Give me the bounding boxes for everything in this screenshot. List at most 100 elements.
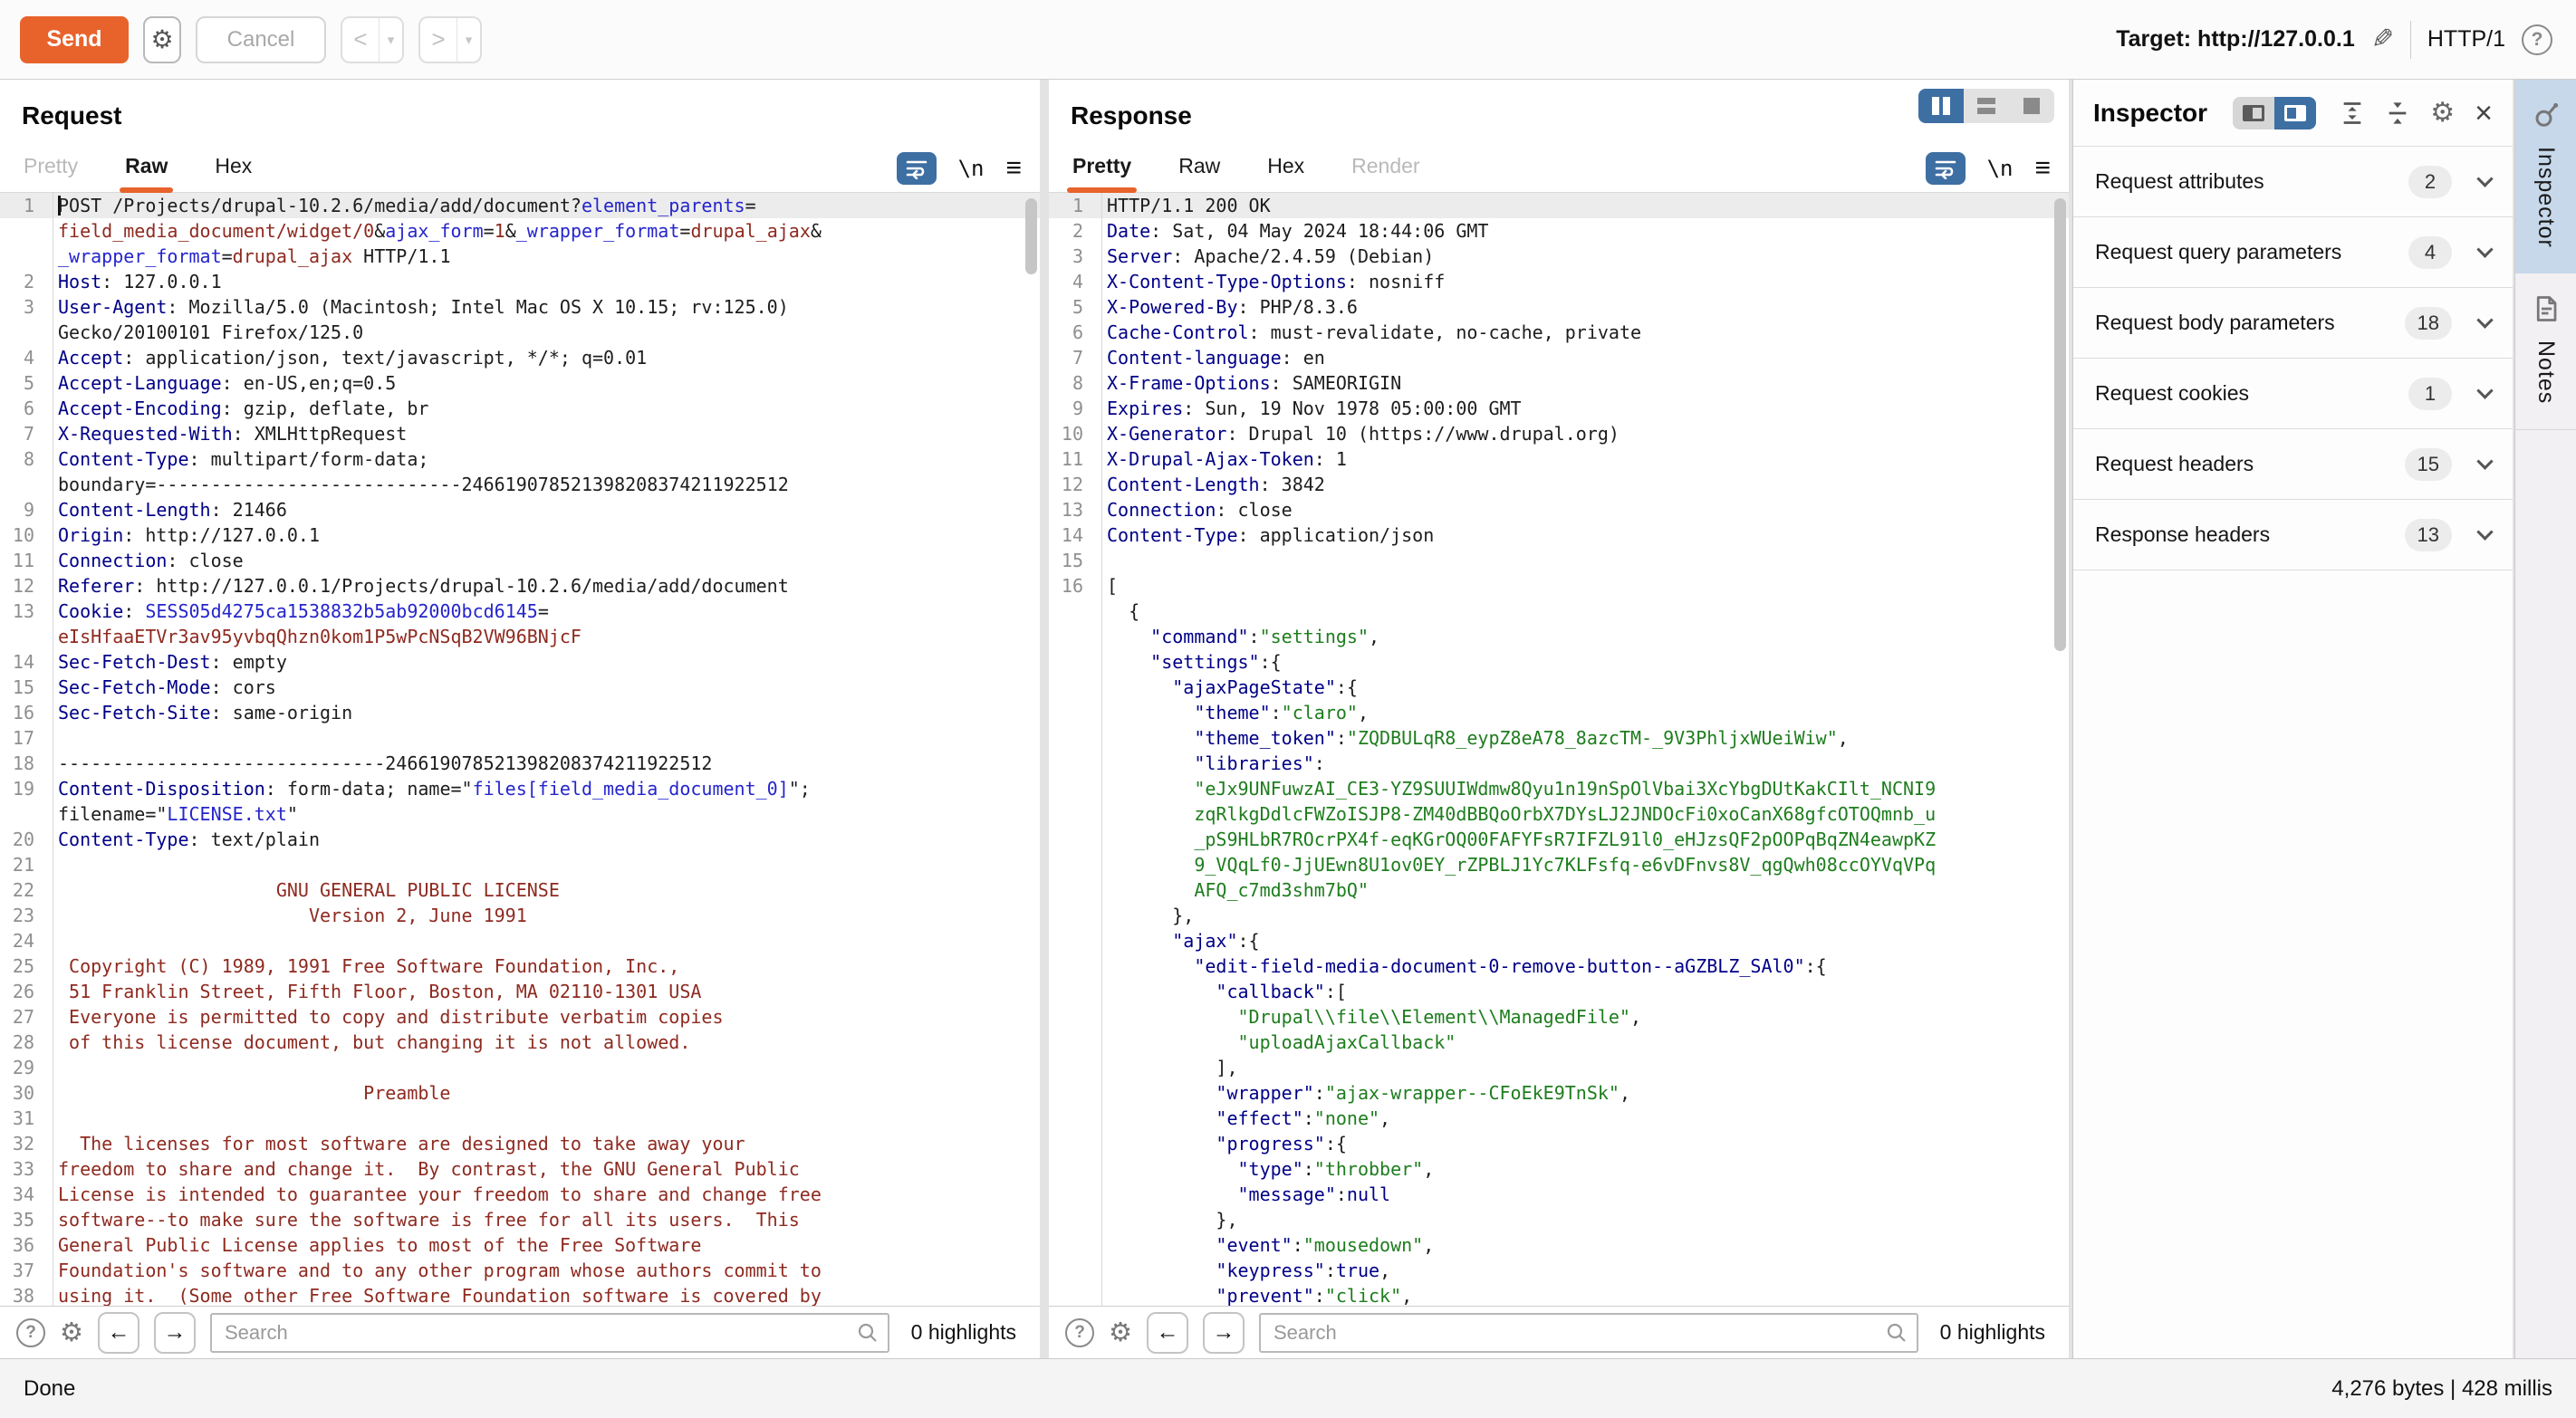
code-line: 5X-Powered-By: PHP/8.3.6 (1049, 294, 2069, 320)
count-badge: 13 (2405, 519, 2452, 551)
inspector-section-request-query-parameters[interactable]: Request query parameters 4 (2073, 217, 2513, 288)
response-tab-raw[interactable]: Raw (1178, 154, 1220, 192)
dock-right-button[interactable] (2274, 97, 2316, 129)
response-tab-hex[interactable]: Hex (1267, 154, 1304, 192)
side-tab-notes[interactable]: Notes (2515, 273, 2576, 430)
code-line: 36General Public License applies to most… (0, 1232, 1040, 1258)
code-line: field_media_document/widget/0&ajax_form=… (0, 218, 1040, 244)
inspector-title: Inspector (2093, 99, 2207, 128)
gear-icon: ⚙ (150, 24, 173, 54)
chevron-down-icon[interactable] (2476, 241, 2493, 257)
side-tab-label: Notes (2533, 340, 2559, 404)
code-line: 33freedom to share and change it. By con… (0, 1156, 1040, 1182)
code-line: 7X-Requested-With: XMLHttpRequest (0, 421, 1040, 446)
code-line: 11X-Drupal-Ajax-Token: 1 (1049, 446, 2069, 472)
search-prev-button[interactable]: ← (98, 1312, 139, 1354)
response-tab-render[interactable]: Render (1351, 154, 1419, 192)
search-help-icon[interactable]: ? (1065, 1318, 1094, 1347)
code-line: 30 Preamble (0, 1080, 1040, 1106)
prev-dropdown-icon[interactable]: ▾ (379, 18, 402, 62)
request-search-input[interactable] (210, 1313, 889, 1353)
chevron-down-icon[interactable] (2476, 382, 2493, 398)
show-newlines-toggle[interactable]: \n (1987, 156, 2014, 181)
code-line: "command":"settings", (1049, 624, 2069, 649)
send-button[interactable]: Send (20, 16, 129, 63)
prev-request-button[interactable]: < ▾ (341, 16, 404, 63)
single-layout-icon (2023, 98, 2040, 114)
show-newlines-toggle[interactable]: \n (958, 156, 985, 181)
inspector-close-icon[interactable]: × (2475, 98, 2493, 129)
request-scrollbar[interactable] (1025, 198, 1037, 274)
search-icon (857, 1322, 879, 1344)
toolbar-divider (2410, 21, 2411, 59)
code-line: 14Sec-Fetch-Dest: empty (0, 649, 1040, 675)
inspector-panel: Inspector (2072, 80, 2513, 1358)
code-line: 2Host: 127.0.0.1 (0, 269, 1040, 294)
next-request-button[interactable]: > ▾ (418, 16, 482, 63)
search-next-button[interactable]: → (154, 1312, 196, 1354)
layout-single-button[interactable] (2009, 89, 2054, 123)
code-line: 25 Copyright (C) 1989, 1991 Free Softwar… (0, 953, 1040, 979)
collapse-all-icon[interactable] (2385, 101, 2410, 126)
inspector-section-request-attributes[interactable]: Request attributes 2 (2073, 147, 2513, 217)
word-wrap-icon (1933, 158, 1958, 179)
code-line: "eJx9UNFuwzAI_CE3-YZ9SUUIWdmw8Qyu1n19nSp… (1049, 776, 2069, 801)
code-line: 15 (1049, 548, 2069, 573)
code-line: "prevent":"click", (1049, 1283, 2069, 1306)
request-highlight-count: 0 highlights (904, 1320, 1024, 1345)
code-line: 4X-Content-Type-Options: nosniff (1049, 269, 2069, 294)
response-search-input[interactable] (1259, 1313, 1918, 1353)
code-line: "theme_token":"ZQDBULqR8_eypZ8eA78_8azcT… (1049, 725, 2069, 751)
target-label: Target: http://127.0.0.1 (2116, 26, 2355, 53)
search-settings-icon[interactable]: ⚙ (60, 1317, 83, 1348)
request-tab-hex[interactable]: Hex (215, 154, 252, 192)
request-tab-raw[interactable]: Raw (125, 154, 168, 192)
help-icon[interactable]: ? (2522, 24, 2552, 55)
search-help-icon[interactable]: ? (16, 1318, 45, 1347)
code-line: 26 51 Franklin Street, Fifth Floor, Bost… (0, 979, 1040, 1004)
dock-left-button[interactable] (2233, 97, 2274, 129)
code-line: "keypress":true, (1049, 1258, 2069, 1283)
inspector-section-request-cookies[interactable]: Request cookies 1 (2073, 359, 2513, 429)
expand-all-icon[interactable] (2340, 101, 2365, 126)
search-settings-icon[interactable]: ⚙ (1109, 1317, 1132, 1348)
word-wrap-toggle[interactable] (897, 152, 937, 185)
search-prev-button[interactable]: ← (1147, 1312, 1188, 1354)
inspector-section-request-body-parameters[interactable]: Request body parameters 18 (2073, 288, 2513, 359)
code-line: 16[ (1049, 573, 2069, 599)
chevron-down-icon[interactable] (2476, 453, 2493, 469)
side-tab-inspector[interactable]: Inspector (2515, 80, 2576, 273)
next-dropdown-icon[interactable]: ▾ (457, 18, 480, 62)
cancel-button[interactable]: Cancel (196, 16, 326, 63)
code-line: 34License is intended to guarantee your … (0, 1182, 1040, 1207)
code-line: }, (1049, 903, 2069, 928)
count-badge: 4 (2408, 236, 2452, 269)
edit-target-icon[interactable]: ✎ (2371, 24, 2394, 55)
response-editor[interactable]: 1HTTP/1.1 200 OK2Date: Sat, 04 May 2024 … (1049, 193, 2069, 1306)
inspector-section-response-headers[interactable]: Response headers 13 (2073, 500, 2513, 570)
layout-columns-button[interactable] (1918, 89, 1964, 123)
search-next-button[interactable]: → (1203, 1312, 1245, 1354)
chevron-down-icon[interactable] (2476, 311, 2493, 328)
request-tab-pretty[interactable]: Pretty (24, 154, 78, 192)
response-scrollbar[interactable] (2054, 198, 2066, 651)
code-line: 1POST /Projects/drupal-10.2.6/media/add/… (0, 193, 1040, 218)
notes-icon (2533, 295, 2560, 322)
chevron-down-icon[interactable] (2476, 170, 2493, 187)
inspector-settings-icon[interactable]: ⚙ (2430, 97, 2455, 129)
response-panel: Response Pretty Raw Hex Render (1049, 80, 2069, 1358)
inspector-section-request-headers[interactable]: Request headers 15 (2073, 429, 2513, 500)
chevron-down-icon[interactable] (2476, 523, 2493, 540)
code-line: 7Content-language: en (1049, 345, 2069, 370)
editor-menu-icon[interactable]: ≡ (2034, 153, 2051, 184)
response-tab-pretty[interactable]: Pretty (1072, 154, 1131, 192)
word-wrap-toggle[interactable] (1926, 152, 1966, 185)
http-version-label[interactable]: HTTP/1 (2427, 26, 2505, 53)
line-number-divider (1101, 193, 1102, 1306)
layout-rows-button[interactable] (1964, 89, 2009, 123)
count-badge: 1 (2408, 378, 2452, 410)
response-editor-controls: \n ≡ (1926, 152, 2051, 185)
send-settings-button[interactable]: ⚙ (143, 16, 181, 63)
editor-menu-icon[interactable]: ≡ (1005, 153, 1022, 184)
request-editor[interactable]: 1POST /Projects/drupal-10.2.6/media/add/… (0, 193, 1040, 1306)
